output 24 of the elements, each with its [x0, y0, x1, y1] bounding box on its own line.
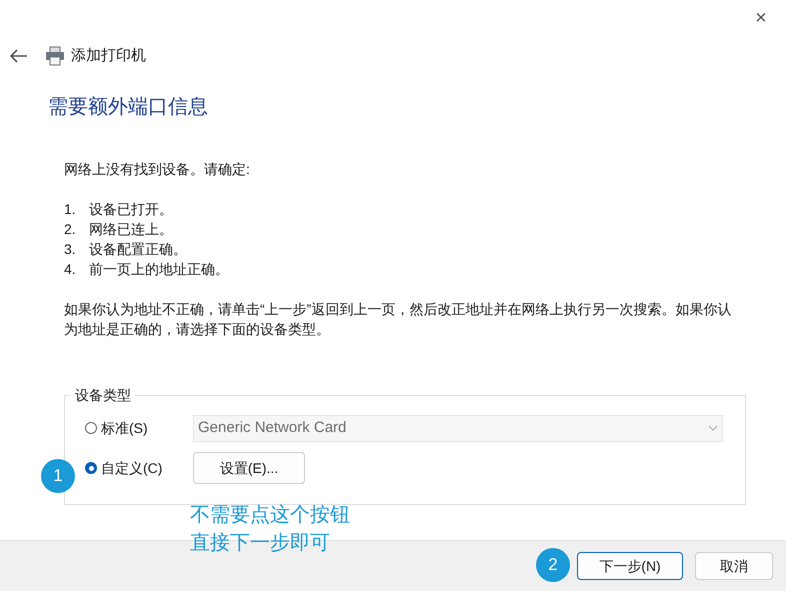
- next-button[interactable]: 下一步(N): [577, 552, 683, 580]
- list-number: 1.: [64, 200, 77, 219]
- window-title: 添加打印机: [71, 46, 146, 66]
- group-legend: 设备类型: [71, 385, 135, 406]
- list-item-text: 设备配置正确。: [89, 240, 187, 259]
- list-item-text: 前一页上的地址正确。: [89, 260, 229, 279]
- radio-button[interactable]: 自定义(C): [85, 458, 193, 478]
- list-item-text: 网络已连上。: [89, 220, 173, 239]
- cancel-button[interactable]: 取消: [695, 552, 773, 580]
- close-button[interactable]: ×: [746, 4, 776, 32]
- printer-icon: [45, 46, 65, 66]
- advice-text: 如果你认为地址不正确，请单击“上一步”返回到上一页，然后改正地址并在网络上执行另一次搜索。如果你认为地址是正确的，请选择下面的设备类型。: [64, 300, 732, 339]
- intro-text: 网络上没有找到设备。请确定:: [64, 160, 250, 179]
- settings-button[interactable]: 设置(E)...: [193, 452, 305, 484]
- list-item-text: 设备已打开。: [89, 200, 173, 219]
- back-arrow-icon[interactable]: [10, 47, 28, 65]
- list-number: 2.: [64, 220, 77, 239]
- annotation-text: 直接下一步即可: [190, 531, 331, 556]
- page-heading: 需要额外端口信息: [48, 95, 208, 120]
- list-number: 4.: [64, 260, 77, 279]
- annotation-text: 不需要点这个按钮: [190, 503, 350, 528]
- list-number: 3.: [64, 240, 77, 259]
- chevron-down-icon: [708, 425, 718, 431]
- step-badge: 1: [41, 459, 75, 493]
